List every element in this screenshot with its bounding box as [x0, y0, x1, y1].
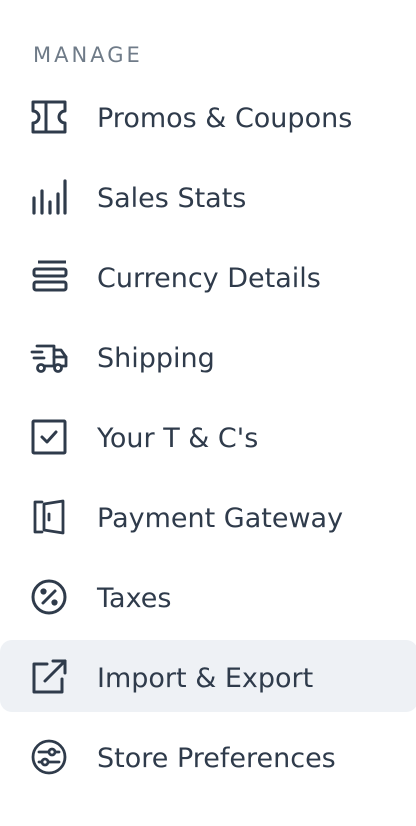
- ticket-icon: [30, 98, 68, 136]
- menu-item-store-preferences[interactable]: Store Preferences: [0, 720, 416, 792]
- section-label-manage: MANAGE: [33, 43, 143, 67]
- menu-item-import-export[interactable]: Import & Export: [0, 640, 416, 712]
- external-link-icon: [30, 658, 68, 696]
- menu-item-payment-gateway[interactable]: Payment Gateway: [0, 480, 416, 552]
- menu-item-label: Taxes: [97, 583, 172, 614]
- sliders-icon: [30, 738, 68, 776]
- menu-item-label: Currency Details: [97, 263, 321, 294]
- menu-item-taxes[interactable]: Taxes: [0, 560, 416, 632]
- door-icon: [30, 498, 68, 536]
- menu-item-label: Shipping: [97, 343, 215, 374]
- menu-item-label: Promos & Coupons: [97, 103, 353, 134]
- percent-icon: [30, 578, 68, 616]
- stack-icon: [30, 258, 68, 296]
- truck-icon: [30, 338, 68, 376]
- menu-item-label: Store Preferences: [97, 743, 336, 774]
- menu-item-label: Import & Export: [97, 663, 314, 694]
- bar-chart-icon: [30, 178, 68, 216]
- menu-item-label: Your T & C's: [97, 423, 259, 454]
- menu-item-promos-coupons[interactable]: Promos & Coupons: [0, 80, 416, 152]
- menu-item-label: Payment Gateway: [97, 503, 344, 534]
- checkbox-icon: [30, 418, 68, 456]
- menu-item-sales-stats[interactable]: Sales Stats: [0, 160, 416, 232]
- menu-item-currency-details[interactable]: Currency Details: [0, 240, 416, 312]
- manage-menu: Promos & Coupons Sales Stats Currency De…: [0, 80, 416, 800]
- menu-item-shipping[interactable]: Shipping: [0, 320, 416, 392]
- menu-item-terms-conditions[interactable]: Your T & C's: [0, 400, 416, 472]
- menu-item-label: Sales Stats: [97, 183, 247, 214]
